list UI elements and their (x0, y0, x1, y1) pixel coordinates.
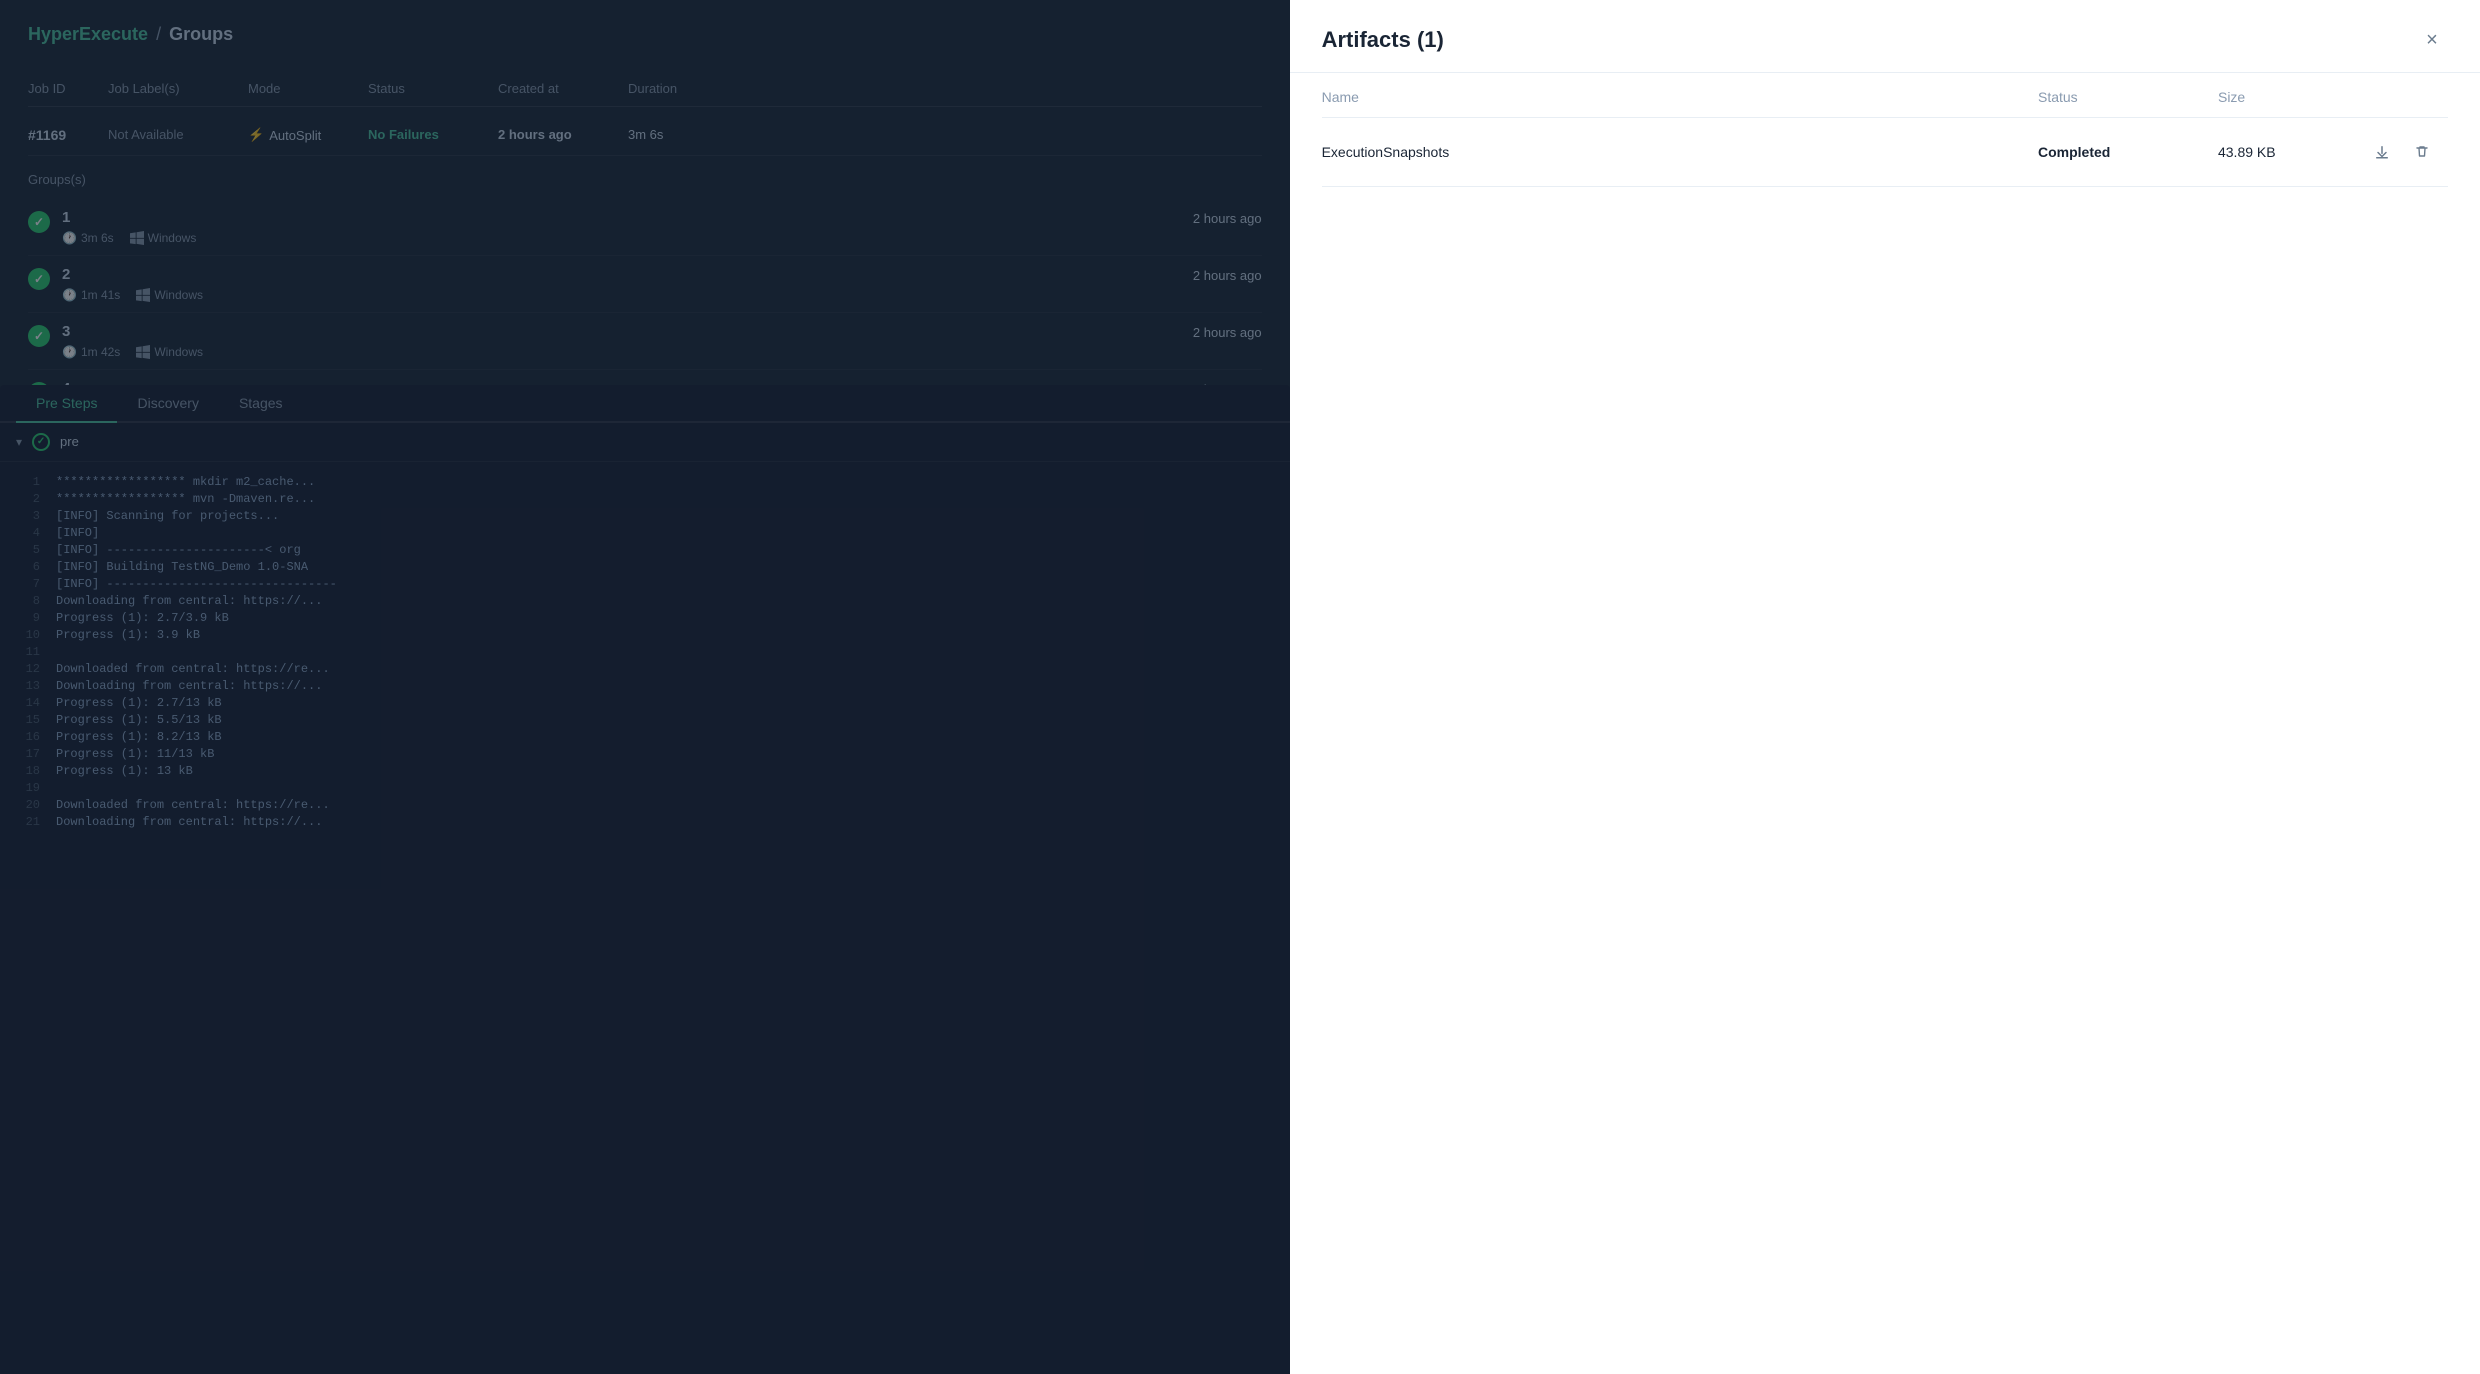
artifacts-title: Artifacts (1) (1322, 27, 1444, 53)
col-th-name: Name (1322, 89, 2038, 105)
artifacts-panel: Artifacts (1) × Name Status Size Executi… (1290, 0, 2480, 1374)
artifacts-header: Artifacts (1) × (1290, 0, 2480, 73)
main-panel: HyperExecute / Groups Job ID Job Label(s… (0, 0, 1290, 1374)
artifact-row: ExecutionSnapshots Completed 43.89 KB (1322, 118, 2448, 187)
artifact-actions (2368, 138, 2448, 166)
delete-button[interactable] (2408, 138, 2436, 166)
download-button[interactable] (2368, 138, 2396, 166)
artifacts-table: Name Status Size ExecutionSnapshots Comp… (1290, 73, 2480, 187)
col-th-size: Size (2218, 89, 2368, 105)
col-th-actions (2368, 89, 2448, 105)
col-th-status: Status (2038, 89, 2218, 105)
artifact-name: ExecutionSnapshots (1322, 144, 2038, 160)
artifacts-col-header: Name Status Size (1322, 73, 2448, 118)
artifact-size: 43.89 KB (2218, 144, 2368, 160)
close-button[interactable]: × (2416, 24, 2448, 56)
main-overlay (0, 0, 1290, 1374)
artifact-status: Completed (2038, 144, 2218, 160)
